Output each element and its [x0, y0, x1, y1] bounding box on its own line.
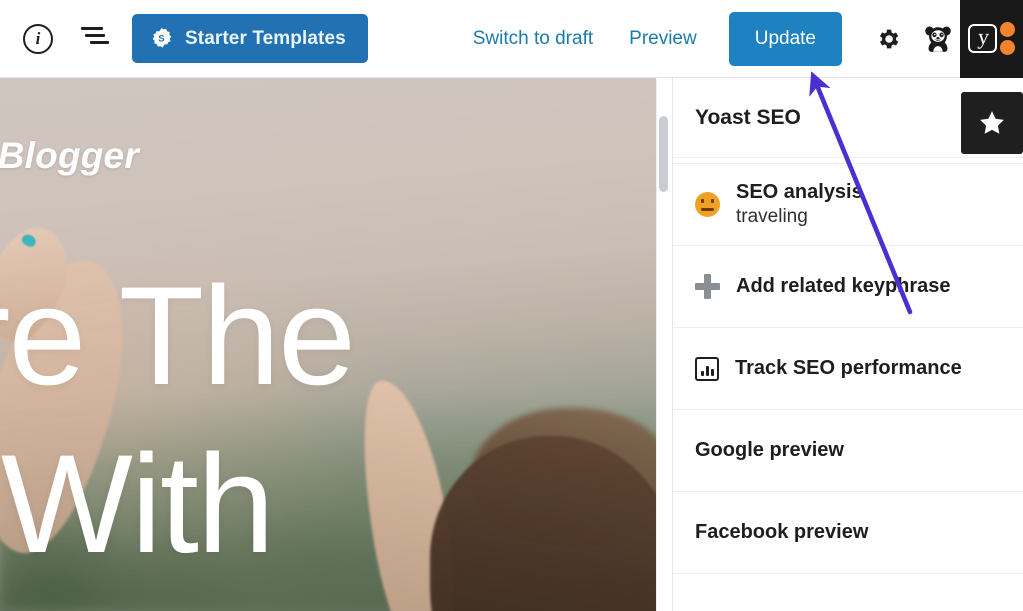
gear-icon: [875, 26, 901, 52]
sidebar-item-seo-analysis[interactable]: SEO analysis traveling: [673, 164, 1023, 246]
starter-templates-icon: S: [150, 27, 173, 50]
info-icon: i: [23, 23, 53, 54]
editor-toolbar: i S Starter Templates Switch to draft Pr…: [0, 0, 1023, 78]
star-icon: [980, 111, 1004, 134]
yoast-dots-icon: [1000, 22, 1015, 55]
info-button[interactable]: i: [16, 17, 60, 61]
document-outline-button[interactable]: [74, 17, 118, 61]
sidebar-item-label: SEO analysis: [736, 181, 863, 203]
google-preview-text: Google preview: [695, 439, 844, 462]
meh-face-icon: [695, 192, 720, 217]
yoast-logo-icon: y: [968, 24, 997, 53]
add-related-keyphrase-text: Add related keyphrase: [736, 275, 951, 298]
sidebar-item-label: Google preview: [695, 439, 844, 461]
editor-scrollbar-thumb[interactable]: [659, 116, 668, 192]
sidebar-header: Yoast SEO: [673, 78, 1023, 158]
toolbar-right-group: Switch to draft Preview Update y: [455, 0, 1023, 78]
plus-icon: [695, 274, 720, 299]
panda-plugin-button[interactable]: [916, 17, 960, 61]
preview-button[interactable]: Preview: [611, 15, 715, 63]
sidebar-item-label: Track SEO performance: [735, 357, 962, 379]
switch-to-draft-button[interactable]: Switch to draft: [455, 15, 611, 63]
hero-heading-line-1: ore The: [0, 257, 356, 414]
update-button[interactable]: Update: [728, 11, 842, 66]
post-editor-canvas[interactable]: el Blogger ore The d With: [0, 78, 656, 611]
document-outline-icon: [81, 26, 111, 51]
toolbar-left-group: i S Starter Templates: [0, 14, 368, 63]
hero-eyebrow-text[interactable]: el Blogger: [0, 135, 139, 177]
sidebar-item-label: Facebook preview: [695, 521, 869, 543]
sidebar-item-track-seo-performance[interactable]: Track SEO performance: [673, 328, 1023, 410]
facebook-preview-text: Facebook preview: [695, 521, 868, 544]
starter-templates-button[interactable]: S Starter Templates: [132, 14, 368, 63]
track-seo-performance-text: Track SEO performance: [735, 357, 962, 380]
yoast-seo-button[interactable]: y: [960, 0, 1023, 78]
starter-templates-label: Starter Templates: [185, 27, 346, 49]
panda-icon: [923, 24, 953, 54]
sidebar-item-add-related-keyphrase[interactable]: Add related keyphrase: [673, 246, 1023, 328]
yoast-seo-sidebar: Yoast SEO Readability analysis SEO analy…: [672, 78, 1023, 611]
settings-button[interactable]: [866, 17, 910, 61]
bar-chart-icon: [695, 356, 719, 381]
hero-heading-line-2: d With: [0, 425, 275, 582]
sidebar-item-facebook-preview[interactable]: Facebook preview: [673, 492, 1023, 574]
editor-window: i S Starter Templates Switch to draft Pr…: [0, 0, 1023, 611]
seo-analysis-keyphrase: traveling: [736, 206, 808, 227]
svg-text:S: S: [158, 33, 165, 44]
sidebar-title: Yoast SEO: [695, 105, 801, 129]
hero-heading[interactable]: ore The d With: [0, 252, 356, 588]
sidebar-item-label: Add related keyphrase: [736, 275, 951, 297]
seo-analysis-text: SEO analysis traveling: [736, 181, 863, 228]
sidebar-item-google-preview[interactable]: Google preview: [673, 410, 1023, 492]
premium-star-button[interactable]: [961, 92, 1023, 154]
